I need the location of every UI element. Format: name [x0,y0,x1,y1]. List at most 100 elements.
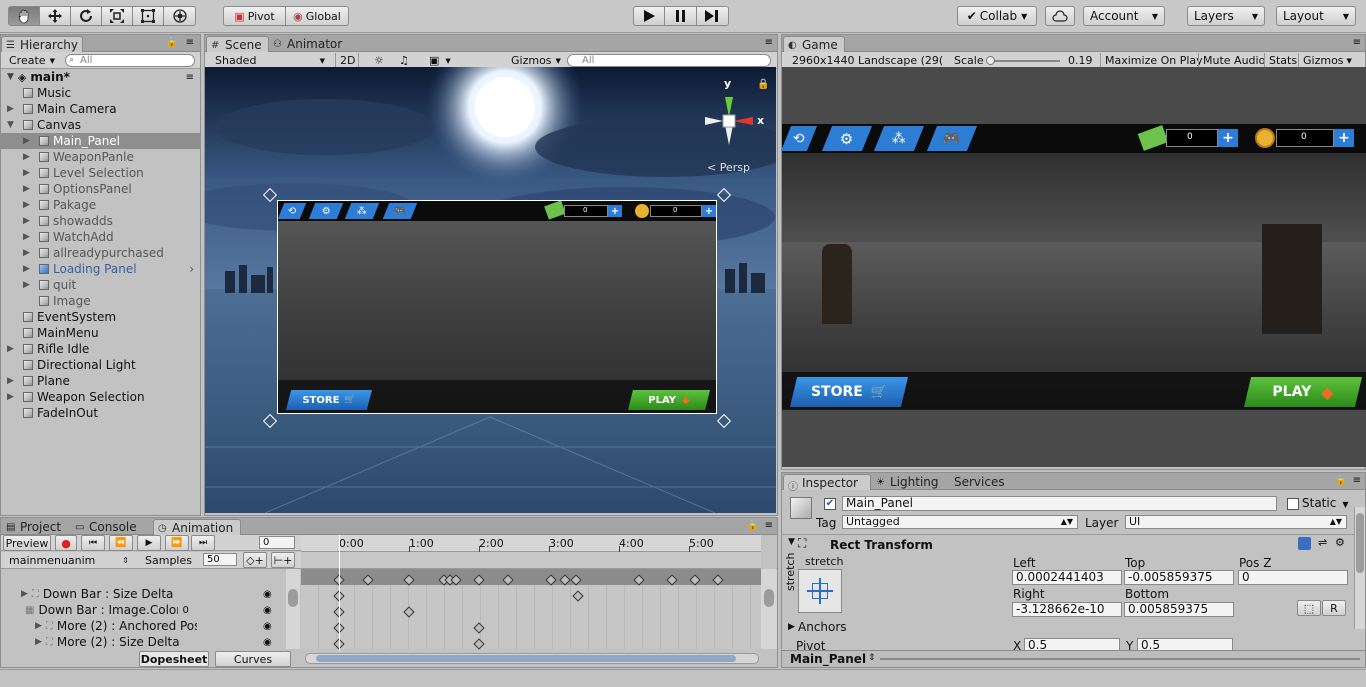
dopesheet-button[interactable]: Dopesheet [139,651,209,667]
scale-tool-icon[interactable] [102,7,133,25]
expand-arrow-icon[interactable]: ▶ [23,136,30,146]
step-button[interactable] [696,7,728,25]
inspector-menu-icon[interactable]: ≡ [1353,475,1361,486]
static-checkbox[interactable] [1287,498,1299,510]
posz-field[interactable]: 0 [1238,570,1348,585]
tag-dropdown[interactable]: Untagged ▲▼ [842,515,1078,529]
scene-gizmos-dropdown[interactable]: Gizmos ▼ [507,53,565,68]
lock-icon[interactable]: 🔒 [1335,475,1347,486]
store-button[interactable]: STORE 🛒 [286,390,372,410]
horizontal-scrollbar[interactable] [305,653,759,664]
expand-arrow-icon[interactable]: ▶ [35,637,42,647]
add-cash-button[interactable]: + [1218,129,1238,147]
timeline-ruler[interactable]: 0:00 1:00 2:00 3:00 4:00 5:00 [301,535,761,552]
create-dropdown[interactable]: Create ▼ [5,53,57,68]
tab-game[interactable]: ◐ Game [783,36,845,52]
animation-track[interactable]: ▶⛶More (2) : Anchored Position ◉ [1,618,301,634]
resolution-dropdown[interactable]: 2960x1440 Landscape (29( [788,53,944,68]
game-gizmos-dropdown[interactable]: Gizmos ▼ [1298,53,1356,68]
animation-track[interactable]: ▦ Down Bar : Image.Color 0 ◉ [1,602,301,618]
eye-icon[interactable]: ◉ [263,589,272,600]
scene-menu-icon[interactable]: ≡ [765,37,773,48]
game-viewport[interactable]: ⟲ ⚙ ⁂ 🎮 0 + 0 + STORE 🛒 PLAY ◆ [780,67,1366,467]
gamepad-button[interactable]: 🎮 [382,203,418,219]
play-button[interactable] [634,7,666,25]
next-frame-button[interactable]: ⏩ [165,535,189,551]
play-anim-button[interactable]: ▶ [137,535,161,551]
record-button[interactable]: ● [55,535,77,551]
effects-dropdown-icon[interactable]: ▣ ▼ [425,53,455,68]
tab-services[interactable]: Services [944,474,1005,490]
add-event-button[interactable]: ⊢+ [271,552,295,568]
tab-scene[interactable]: # Scene [206,36,269,52]
expand-arrow-icon[interactable]: ▶ [23,216,30,226]
curves-button[interactable]: Curves [215,651,291,667]
samples-field[interactable]: 50 [203,553,237,566]
mute-audio-toggle[interactable]: Mute Audio [1198,53,1269,68]
toggle-2d[interactable]: 2D [335,53,359,68]
frame-field[interactable]: 0 [259,536,295,549]
expand-arrow-icon[interactable]: ▶ [23,232,30,242]
eye-icon[interactable]: ◉ [263,637,272,648]
expand-arrow-icon[interactable]: ▶ [35,621,42,631]
gear-icon[interactable]: ⚙ [1335,536,1345,549]
animation-track[interactable]: ▶ ⛶ More (2) : Size Delta ◉ [1,634,301,650]
hierarchy-item[interactable]: ▶ allreadypurchased [1,245,200,261]
right-field[interactable]: -3.128662e-10 [1012,602,1122,617]
scale-slider-thumb[interactable] [986,56,995,65]
tab-project[interactable]: ▤ Project [2,519,70,535]
layers-dropdown[interactable]: Layers ▼ [1187,6,1265,26]
hand-tool-icon[interactable] [9,7,40,25]
game-menu-icon[interactable]: ≡ [1353,37,1361,48]
hierarchy-item[interactable]: ▶ Pakage [1,197,200,213]
rotate-tool-icon[interactable] [71,7,102,25]
tab-inspector[interactable]: ⓘ Inspector [783,474,871,493]
transform-tool-icon[interactable] [164,7,195,25]
pivot-toggle[interactable]: ▣ Pivot [224,7,287,25]
expand-arrow-icon[interactable]: ▼ [7,72,14,82]
expand-arrow-icon[interactable]: ▶ [7,104,14,114]
prev-frame-button[interactable]: ⏪ [109,535,133,551]
preview-button[interactable]: Preview [3,535,51,551]
expand-arrow-icon[interactable]: ▶ [23,248,30,258]
store-button[interactable]: STORE 🛒 [790,377,908,407]
expand-arrow-icon[interactable]: ▶ [23,152,30,162]
add-coin-button[interactable]: + [1334,129,1354,147]
vertical-scrollbar[interactable] [761,569,777,649]
hierarchy-item[interactable]: ▶ Level Selection [1,165,200,181]
footer-resize-handle[interactable] [880,658,1360,660]
last-frame-button[interactable]: ⏭ [191,535,215,551]
tab-lighting[interactable]: ☀ Lighting [872,474,944,490]
move-tool-icon[interactable] [40,7,71,25]
animation-menu-icon[interactable]: ≡ [765,520,773,531]
hierarchy-item[interactable]: MainMenu [1,325,200,341]
scale-slider[interactable] [990,60,1060,62]
tab-animator[interactable]: ⚇ Animator [269,36,354,52]
expand-arrow-icon[interactable]: ▶ [7,344,14,354]
layer-dropdown[interactable]: UI ▲▼ [1125,515,1347,529]
anchors-expand-icon[interactable]: ▶ [788,622,795,632]
eye-icon[interactable]: ◉ [263,621,272,632]
scene-orientation-gizmo[interactable]: y x < Persp [695,77,771,174]
account-dropdown[interactable]: Account ▼ [1083,6,1165,26]
global-toggle[interactable]: ◉ Global [286,7,348,25]
stats-toggle[interactable]: Stats [1264,53,1301,68]
add-cash-button[interactable]: + [608,205,622,217]
cloud-button[interactable] [1045,6,1075,26]
animation-track[interactable]: ▶ ⛶ Down Bar : Size Delta ◉ [1,586,301,602]
scene-menu-icon[interactable]: ≡ [186,72,194,83]
expand-arrow-icon[interactable]: ▶ [7,376,14,386]
preset-icon[interactable]: ⇌ [1318,536,1327,549]
rect-tool-icon[interactable] [133,7,164,25]
expand-arrow-icon[interactable]: ▶ [23,168,30,178]
lock-icon[interactable]: 🔒 [747,520,759,531]
audio-toggle-icon[interactable]: ♫ [395,53,413,68]
eye-icon[interactable]: ◉ [263,605,272,616]
hierarchy-item[interactable]: ▶ Weapon Selection [1,389,200,405]
footer-dropdown-icon[interactable]: ⇕ [868,653,876,663]
hierarchy-item[interactable]: Image [1,293,200,309]
prefab-open-icon[interactable]: › [189,262,194,276]
settings-button[interactable]: ⚙ [308,203,344,219]
add-keyframe-button[interactable]: ◇+ [243,552,267,568]
hierarchy-item[interactable]: ▶ Rifle Idle [1,341,200,357]
